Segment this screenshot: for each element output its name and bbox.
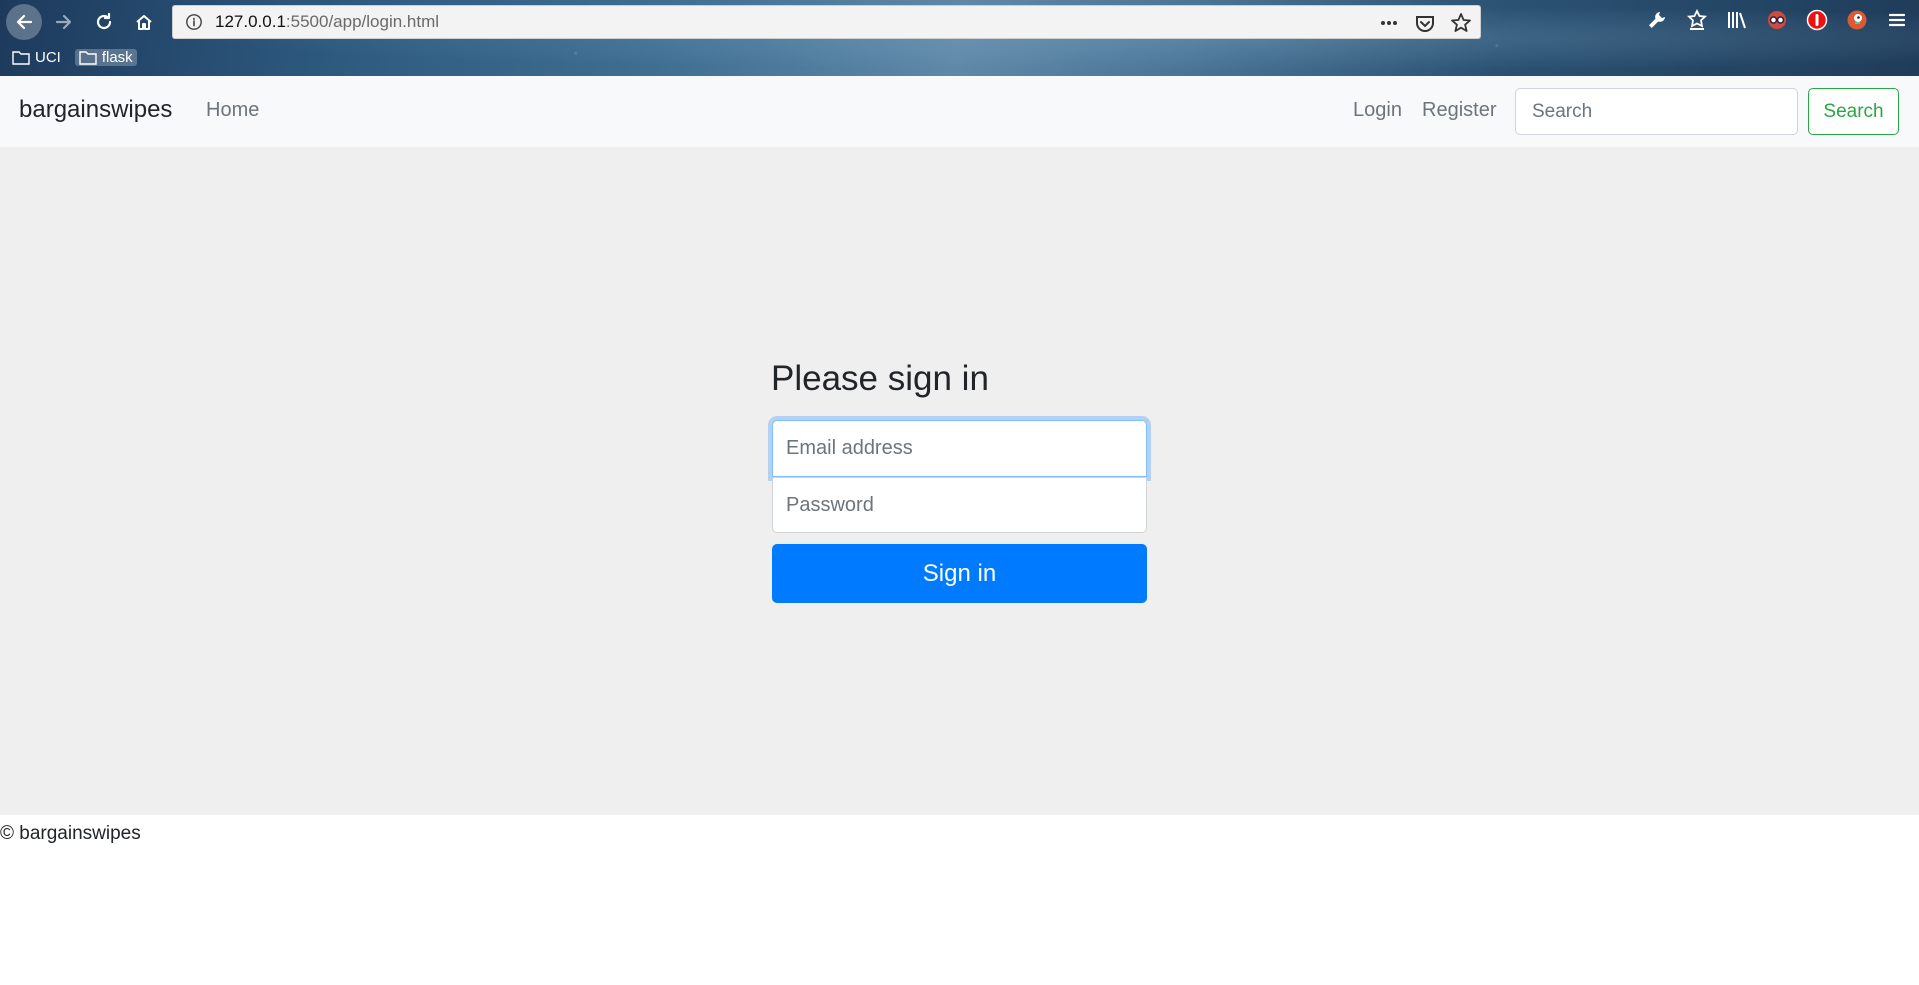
url-text[interactable]: 127.0.0.1:5500/app/login.html [215, 12, 439, 32]
bookmark-label: UCI [35, 49, 61, 66]
back-arrow-icon [16, 14, 33, 30]
nav-home-link[interactable]: Home [206, 99, 259, 122]
reload-button[interactable] [88, 6, 120, 38]
bookmark-label: flask [101, 49, 133, 66]
info-icon[interactable] [185, 13, 203, 31]
home-button[interactable] [128, 6, 160, 38]
duck-extension-icon [1847, 10, 1867, 30]
main-content: Please sign in Sign in [0, 147, 1919, 815]
brand-link[interactable]: bargainswipes [19, 96, 172, 124]
wrench-icon [1649, 12, 1665, 28]
page-title: Please sign in [771, 359, 989, 398]
footer: © bargainswipes [0, 815, 1919, 985]
home-icon [136, 15, 152, 30]
extension-button-2[interactable] [1805, 8, 1829, 32]
library-button[interactable] [1725, 8, 1749, 32]
folder-icon [12, 50, 30, 65]
adblock-extension-icon [1806, 9, 1828, 31]
navbar: bargainswipes Home Login Register Search [0, 76, 1919, 147]
reload-icon [96, 12, 112, 30]
url-bar[interactable]: 127.0.0.1:5500/app/login.html [172, 5, 1481, 39]
back-button[interactable] [6, 4, 42, 40]
reading-list-button[interactable] [1685, 8, 1709, 32]
reading-list-icon [1686, 9, 1708, 30]
forward-arrow-icon [55, 14, 72, 30]
sign-in-button[interactable]: Sign in [772, 544, 1147, 603]
extension-button-1[interactable] [1765, 8, 1789, 32]
url-path: :5500/app/login.html [285, 12, 440, 31]
pocket-icon[interactable] [1414, 12, 1436, 34]
glasses-extension-icon [1768, 11, 1786, 29]
folder-icon [79, 50, 97, 65]
footer-copyright: © bargainswipes [0, 823, 141, 844]
menu-button[interactable] [1885, 8, 1909, 32]
more-dots-icon[interactable] [1378, 12, 1400, 34]
bookmarks-bar: UCI flask [12, 49, 137, 66]
star-icon[interactable] [1450, 12, 1472, 34]
url-host: 127.0.0.1 [215, 12, 286, 31]
page: bargainswipes Home Login Register Search… [0, 76, 1919, 985]
nav-register-link[interactable]: Register [1422, 99, 1496, 122]
library-icon [1728, 12, 1746, 29]
browser-chrome: 127.0.0.1:5500/app/login.html UCI flask [0, 0, 1919, 76]
email-field[interactable] [772, 420, 1147, 477]
search-button[interactable]: Search [1808, 88, 1899, 135]
forward-button[interactable] [48, 6, 80, 38]
password-field[interactable] [772, 477, 1147, 533]
menu-icon [1888, 13, 1906, 27]
bookmark-uci[interactable]: UCI [12, 49, 61, 66]
nav-login-link[interactable]: Login [1353, 99, 1402, 122]
search-input[interactable] [1515, 88, 1798, 135]
bookmark-flask[interactable]: flask [74, 49, 137, 66]
extension-button-3[interactable] [1845, 8, 1869, 32]
wrench-button[interactable] [1645, 8, 1669, 32]
